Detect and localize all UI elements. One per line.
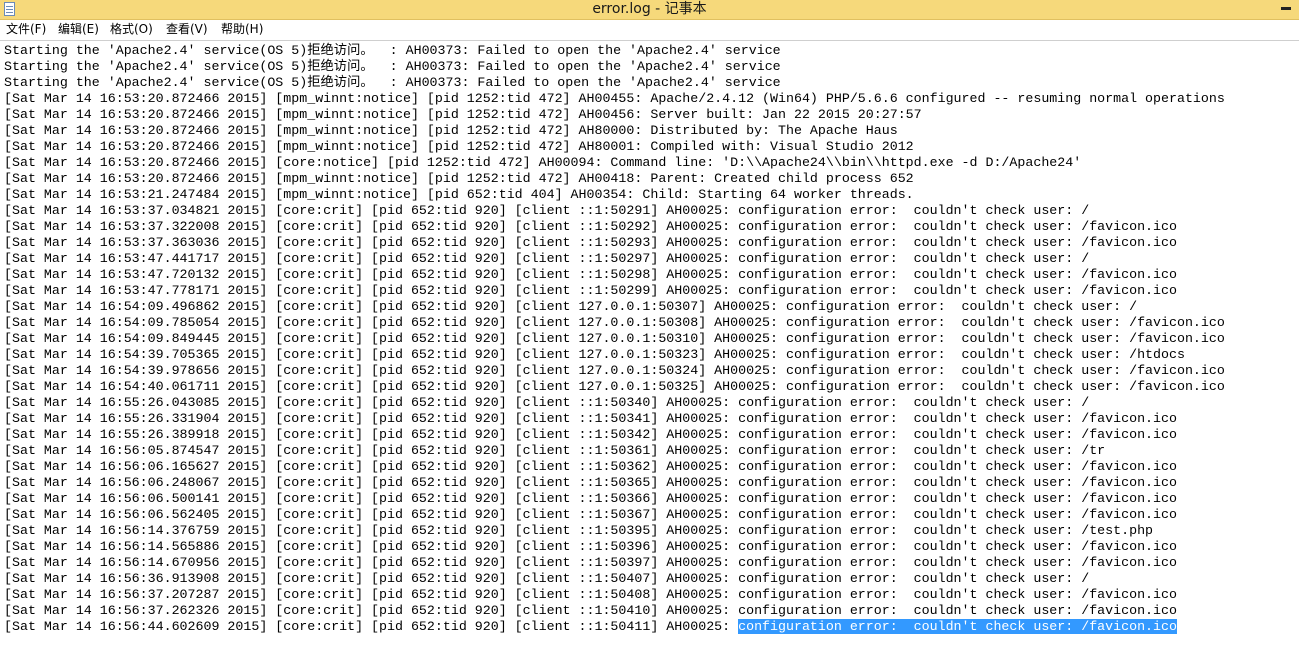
log-line: Starting the 'Apache2.4' service(OS 5)拒绝… <box>4 75 781 91</box>
log-line: [Sat Mar 14 16:55:26.389918 2015] [core:… <box>4 427 1177 443</box>
log-line-text: [Sat Mar 14 16:53:20.872466 2015] [core:… <box>4 155 1082 170</box>
window-title: error.log - 记事本 <box>592 1 707 17</box>
log-line: [Sat Mar 14 16:54:39.978656 2015] [core:… <box>4 363 1225 379</box>
log-line-text: [Sat Mar 14 16:53:20.872466 2015] [mpm_w… <box>4 123 898 138</box>
log-line: [Sat Mar 14 16:56:37.207287 2015] [core:… <box>4 587 1177 603</box>
log-line-text: [Sat Mar 14 16:56:06.500141 2015] [core:… <box>4 491 1177 506</box>
log-line-text: [Sat Mar 14 16:53:47.720132 2015] [core:… <box>4 267 1177 282</box>
log-line: [Sat Mar 14 16:53:20.872466 2015] [mpm_w… <box>4 107 922 123</box>
log-line: [Sat Mar 14 16:54:09.496862 2015] [core:… <box>4 299 1137 315</box>
log-line-text: [Sat Mar 14 16:56:06.562405 2015] [core:… <box>4 507 1177 522</box>
menu-edit[interactable]: 编辑(E) <box>58 20 99 39</box>
log-line-text: [Sat Mar 14 16:56:44.602609 2015] [core:… <box>4 619 739 634</box>
log-line: [Sat Mar 14 16:53:47.720132 2015] [core:… <box>4 267 1177 283</box>
log-line-text: [Sat Mar 14 16:56:14.565886 2015] [core:… <box>4 539 1177 554</box>
log-line-text: [Sat Mar 14 16:56:36.913908 2015] [core:… <box>4 571 1090 586</box>
log-line-text: [Sat Mar 14 16:55:26.043085 2015] [core:… <box>4 395 1090 410</box>
log-line-text: [Sat Mar 14 16:53:37.322008 2015] [core:… <box>4 219 1177 234</box>
title-bar[interactable]: error.log - 记事本 <box>0 0 1299 20</box>
log-line-text: Starting the 'Apache2.4' service(OS 5)拒绝… <box>4 75 781 90</box>
log-line: [Sat Mar 14 16:55:26.043085 2015] [core:… <box>4 395 1089 411</box>
log-line: [Sat Mar 14 16:54:09.849445 2015] [core:… <box>4 331 1225 347</box>
log-line-text: [Sat Mar 14 16:53:20.872466 2015] [mpm_w… <box>4 171 914 186</box>
log-line: [Sat Mar 14 16:53:37.322008 2015] [core:… <box>4 219 1177 235</box>
selected-text[interactable]: configuration error: couldn't check user… <box>738 619 1177 634</box>
log-line: [Sat Mar 14 16:55:26.331904 2015] [core:… <box>4 411 1177 427</box>
log-line: [Sat Mar 14 16:56:05.874547 2015] [core:… <box>4 443 1105 459</box>
log-line-text: [Sat Mar 14 16:56:06.165627 2015] [core:… <box>4 459 1177 474</box>
log-line: [Sat Mar 14 16:53:37.034821 2015] [core:… <box>4 203 1089 219</box>
log-line: [Sat Mar 14 16:56:06.500141 2015] [core:… <box>4 491 1177 507</box>
log-line: [Sat Mar 14 16:56:06.248067 2015] [core:… <box>4 475 1177 491</box>
log-line-text: [Sat Mar 14 16:53:47.441717 2015] [core:… <box>4 251 1090 266</box>
log-line-text: [Sat Mar 14 16:56:37.207287 2015] [core:… <box>4 587 1177 602</box>
minimize-icon[interactable] <box>1281 7 1291 10</box>
log-line-text: [Sat Mar 14 16:53:20.872466 2015] [mpm_w… <box>4 139 914 154</box>
log-line: [Sat Mar 14 16:56:37.262326 2015] [core:… <box>4 603 1177 619</box>
log-line-text: [Sat Mar 14 16:53:47.778171 2015] [core:… <box>4 283 1177 298</box>
log-line: [Sat Mar 14 16:54:39.705365 2015] [core:… <box>4 347 1185 363</box>
log-line-text: [Sat Mar 14 16:54:09.849445 2015] [core:… <box>4 331 1225 346</box>
log-line: [Sat Mar 14 16:53:47.441717 2015] [core:… <box>4 251 1089 267</box>
log-line-text: [Sat Mar 14 16:53:21.247484 2015] [mpm_w… <box>4 187 914 202</box>
log-line-text: [Sat Mar 14 16:56:37.262326 2015] [core:… <box>4 603 1177 618</box>
log-line: [Sat Mar 14 16:53:20.872466 2015] [core:… <box>4 155 1081 171</box>
log-line: [Sat Mar 14 16:53:47.778171 2015] [core:… <box>4 283 1177 299</box>
log-line-text: Starting the 'Apache2.4' service(OS 5)拒绝… <box>4 59 781 74</box>
menu-view[interactable]: 查看(V) <box>166 20 208 39</box>
log-line-text: [Sat Mar 14 16:53:20.872466 2015] [mpm_w… <box>4 91 1225 106</box>
log-line-text: [Sat Mar 14 16:53:37.363036 2015] [core:… <box>4 235 1177 250</box>
log-line: [Sat Mar 14 16:56:36.913908 2015] [core:… <box>4 571 1089 587</box>
log-line: [Sat Mar 14 16:56:14.565886 2015] [core:… <box>4 539 1177 555</box>
log-line-text: [Sat Mar 14 16:53:37.034821 2015] [core:… <box>4 203 1090 218</box>
menu-help[interactable]: 帮助(H) <box>221 20 263 39</box>
log-line-text: [Sat Mar 14 16:55:26.331904 2015] [core:… <box>4 411 1177 426</box>
log-line: [Sat Mar 14 16:56:06.165627 2015] [core:… <box>4 459 1177 475</box>
menu-bar: 文件(F) 编辑(E) 格式(O) 查看(V) 帮助(H) <box>0 20 1299 39</box>
log-line-text: [Sat Mar 14 16:56:14.670956 2015] [core:… <box>4 555 1177 570</box>
log-line: [Sat Mar 14 16:56:14.376759 2015] [core:… <box>4 523 1153 539</box>
log-line-text: [Sat Mar 14 16:53:20.872466 2015] [mpm_w… <box>4 107 922 122</box>
menu-format[interactable]: 格式(O) <box>110 20 153 39</box>
log-line: [Sat Mar 14 16:53:20.872466 2015] [mpm_w… <box>4 171 914 187</box>
log-line: [Sat Mar 14 16:53:20.872466 2015] [mpm_w… <box>4 139 914 155</box>
menu-file[interactable]: 文件(F) <box>6 20 46 39</box>
log-line-text: Starting the 'Apache2.4' service(OS 5)拒绝… <box>4 43 781 58</box>
log-line-text: [Sat Mar 14 16:54:39.978656 2015] [core:… <box>4 363 1225 378</box>
log-line-text: [Sat Mar 14 16:56:05.874547 2015] [core:… <box>4 443 1106 458</box>
log-line: [Sat Mar 14 16:56:44.602609 2015] [core:… <box>4 619 1177 635</box>
log-line-text: [Sat Mar 14 16:54:39.705365 2015] [core:… <box>4 347 1185 362</box>
notepad-window: error.log - 记事本 文件(F) 编辑(E) 格式(O) 查看(V) … <box>0 0 1299 646</box>
text-editor-area[interactable]: Starting the 'Apache2.4' service(OS 5)拒绝… <box>0 41 1299 646</box>
log-line: [Sat Mar 14 16:53:21.247484 2015] [mpm_w… <box>4 187 914 203</box>
log-line: Starting the 'Apache2.4' service(OS 5)拒绝… <box>4 59 781 75</box>
log-line: [Sat Mar 14 16:54:09.785054 2015] [core:… <box>4 315 1225 331</box>
log-line-text: [Sat Mar 14 16:54:09.785054 2015] [core:… <box>4 315 1225 330</box>
log-line-text: [Sat Mar 14 16:56:06.248067 2015] [core:… <box>4 475 1177 490</box>
log-line-text: [Sat Mar 14 16:54:40.061711 2015] [core:… <box>4 379 1225 394</box>
log-line: [Sat Mar 14 16:56:06.562405 2015] [core:… <box>4 507 1177 523</box>
log-line-text: [Sat Mar 14 16:55:26.389918 2015] [core:… <box>4 427 1177 442</box>
log-line: Starting the 'Apache2.4' service(OS 5)拒绝… <box>4 43 781 59</box>
log-line-text: [Sat Mar 14 16:56:14.376759 2015] [core:… <box>4 523 1154 538</box>
log-line: [Sat Mar 14 16:53:37.363036 2015] [core:… <box>4 235 1177 251</box>
log-line: [Sat Mar 14 16:53:20.872466 2015] [mpm_w… <box>4 123 898 139</box>
log-line-text: [Sat Mar 14 16:54:09.496862 2015] [core:… <box>4 299 1138 314</box>
log-line: [Sat Mar 14 16:53:20.872466 2015] [mpm_w… <box>4 91 1225 107</box>
log-line: [Sat Mar 14 16:56:14.670956 2015] [core:… <box>4 555 1177 571</box>
log-line: [Sat Mar 14 16:54:40.061711 2015] [core:… <box>4 379 1225 395</box>
